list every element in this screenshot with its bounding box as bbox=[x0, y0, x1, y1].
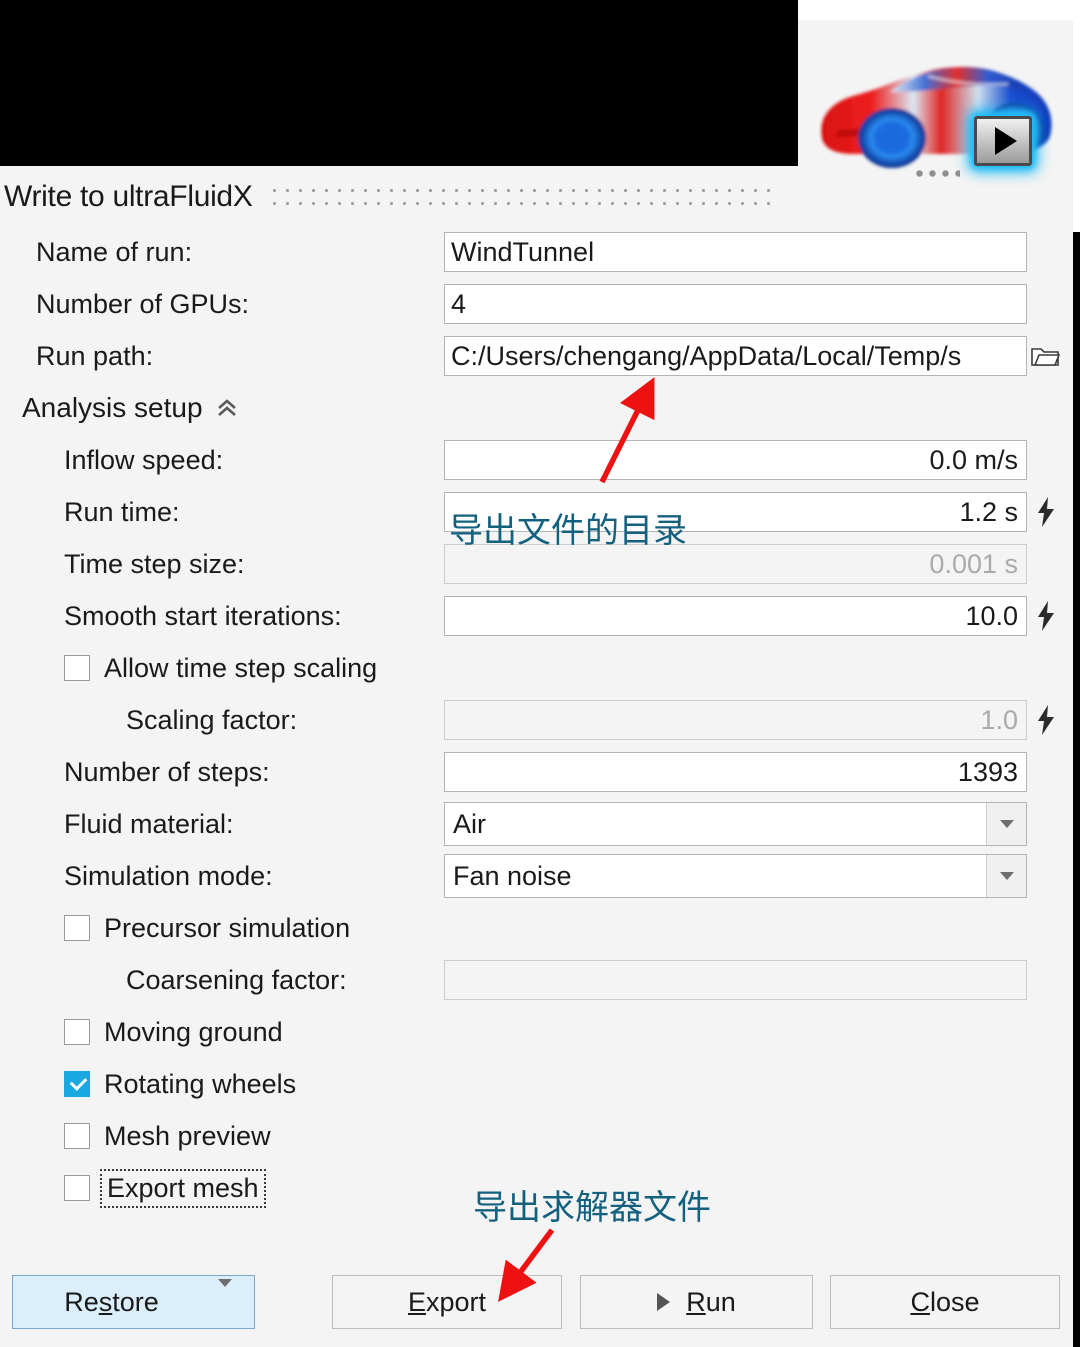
row-coarsening-factor: Coarsening factor: bbox=[0, 954, 1073, 1006]
chevron-down-glyph bbox=[218, 1278, 232, 1317]
name-of-run-input[interactable]: WindTunnel bbox=[444, 232, 1027, 272]
folder-icon[interactable] bbox=[1030, 343, 1060, 369]
play-triangle-glyph bbox=[994, 127, 1017, 155]
row-scaling-factor: Scaling factor: 1.0 bbox=[0, 694, 1073, 746]
row-smooth-start-iterations: Smooth start iterations: 10.0 bbox=[0, 590, 1073, 642]
precursor-simulation-label: Precursor simulation bbox=[104, 912, 351, 943]
export-mesh-checkbox-row[interactable]: Export mesh bbox=[0, 1168, 266, 1208]
chevron-down-icon[interactable] bbox=[986, 803, 1026, 845]
annotation-directory-note: 导出文件的目录 bbox=[449, 511, 687, 551]
coarsening-factor-label: Coarsening factor: bbox=[126, 964, 347, 995]
number-of-steps-label: Number of steps: bbox=[64, 756, 270, 787]
play-triangle-icon bbox=[657, 1293, 671, 1311]
rotating-wheels-checkbox[interactable] bbox=[64, 1071, 90, 1097]
row-analysis-setup-header: Analysis setup bbox=[0, 382, 1073, 434]
analysis-setup-header[interactable]: Analysis setup bbox=[0, 392, 239, 424]
restore-button[interactable]: Restore bbox=[12, 1275, 255, 1329]
run-time-label: Run time: bbox=[64, 496, 180, 527]
run-button[interactable]: Run bbox=[580, 1275, 813, 1329]
play-icon[interactable] bbox=[974, 116, 1032, 166]
close-button-label: Close bbox=[910, 1286, 980, 1317]
row-rotating-wheels: Rotating wheels bbox=[0, 1058, 1073, 1110]
simulation-mode-label: Simulation mode: bbox=[64, 860, 273, 891]
fluid-material-value: Air bbox=[453, 808, 486, 839]
row-number-of-gpus: Number of GPUs: 4 bbox=[0, 278, 1073, 330]
lightning-bolt-icon bbox=[1038, 705, 1054, 735]
precursor-simulation-checkbox-row[interactable]: Precursor simulation bbox=[0, 913, 350, 944]
run-path-label: Run path: bbox=[36, 340, 154, 371]
analysis-setup-label: Analysis setup bbox=[22, 392, 203, 423]
scaling-factor-input: 1.0 bbox=[444, 700, 1027, 740]
row-inflow-speed: Inflow speed: 0.0 m/s bbox=[0, 434, 1073, 486]
settings-form: Name of run: WindTunnel Number of GPUs: … bbox=[0, 226, 1073, 1214]
rotating-wheels-checkbox-row[interactable]: Rotating wheels bbox=[0, 1069, 296, 1100]
allow-time-step-scaling-label: Allow time step scaling bbox=[104, 652, 378, 683]
fluid-material-label: Fluid material: bbox=[64, 808, 234, 839]
smooth-start-iterations-input[interactable]: 10.0 bbox=[444, 596, 1027, 636]
row-moving-ground: Moving ground bbox=[0, 1006, 1073, 1058]
title-grip-dots bbox=[272, 189, 773, 205]
row-precursor-simulation: Precursor simulation bbox=[0, 902, 1073, 954]
row-number-of-steps: Number of steps: 1393 bbox=[0, 746, 1073, 798]
restore-button-label: Restore bbox=[64, 1286, 159, 1317]
close-button[interactable]: Close bbox=[830, 1275, 1060, 1329]
write-to-ultrafluidx-dialog: Write to ultraFluidX Name of run: WindTu… bbox=[0, 20, 1073, 1347]
lightning-bolt-icon bbox=[1038, 601, 1054, 631]
row-name-of-run: Name of run: WindTunnel bbox=[0, 226, 1073, 278]
rotating-wheels-label: Rotating wheels bbox=[104, 1068, 297, 1099]
screenshot-black-right-region bbox=[1073, 232, 1080, 1347]
coarsening-factor-input bbox=[444, 960, 1027, 1000]
precursor-simulation-checkbox[interactable] bbox=[64, 915, 90, 941]
moving-ground-label: Moving ground bbox=[104, 1016, 283, 1047]
row-run-path: Run path: C:/Users/chengang/AppData/Loca… bbox=[0, 330, 1073, 382]
screenshot-black-top-region bbox=[0, 0, 798, 166]
number-of-steps-input[interactable]: 1393 bbox=[444, 752, 1027, 792]
page-title: Write to ultraFluidX bbox=[4, 180, 253, 213]
scaling-factor-label: Scaling factor: bbox=[126, 704, 298, 735]
row-allow-time-step-scaling: Allow time step scaling bbox=[0, 642, 1073, 694]
moving-ground-checkbox-row[interactable]: Moving ground bbox=[0, 1017, 283, 1048]
chevron-down-glyph bbox=[999, 872, 1014, 880]
number-of-gpus-label: Number of GPUs: bbox=[36, 288, 250, 319]
chevron-double-up-icon[interactable] bbox=[215, 396, 239, 420]
chevron-down-icon[interactable] bbox=[986, 855, 1026, 897]
export-mesh-checkbox[interactable] bbox=[64, 1175, 90, 1201]
lightning-bolt-icon bbox=[1038, 497, 1054, 527]
mesh-preview-checkbox[interactable] bbox=[64, 1123, 90, 1149]
moving-ground-checkbox[interactable] bbox=[64, 1019, 90, 1045]
export-button[interactable]: Export bbox=[332, 1275, 562, 1329]
row-fluid-material: Fluid material: Air bbox=[0, 798, 1073, 850]
run-path-input[interactable]: C:/Users/chengang/AppData/Local/Temp/s bbox=[444, 336, 1027, 376]
export-button-label: Export bbox=[407, 1286, 487, 1317]
dialog-footer: Restore Export Run Close bbox=[0, 1267, 1073, 1337]
fluid-material-select[interactable]: Air bbox=[444, 802, 1027, 846]
time-step-size-label: Time step size: bbox=[64, 548, 245, 579]
chevron-down-glyph bbox=[999, 820, 1014, 828]
icon-dots-decoration bbox=[916, 170, 960, 178]
allow-time-step-scaling-checkbox-row[interactable]: Allow time step scaling bbox=[0, 653, 377, 684]
allow-time-step-scaling-checkbox[interactable] bbox=[64, 655, 90, 681]
number-of-gpus-input[interactable]: 4 bbox=[444, 284, 1027, 324]
annotation-export-note: 导出求解器文件 bbox=[473, 1188, 711, 1228]
inflow-speed-input[interactable]: 0.0 m/s bbox=[444, 440, 1027, 480]
run-button-label: Run bbox=[686, 1286, 736, 1317]
inflow-speed-label: Inflow speed: bbox=[64, 444, 224, 475]
mesh-preview-checkbox-row[interactable]: Mesh preview bbox=[0, 1121, 271, 1152]
row-simulation-mode: Simulation mode: Fan noise bbox=[0, 850, 1073, 902]
name-of-run-label: Name of run: bbox=[36, 236, 193, 267]
simulation-mode-value: Fan noise bbox=[453, 860, 572, 891]
chevron-down-icon[interactable] bbox=[218, 1278, 232, 1318]
cfd-car-icon-block bbox=[798, 20, 1073, 250]
smooth-start-iterations-label: Smooth start iterations: bbox=[64, 600, 342, 631]
export-mesh-label: Export mesh bbox=[100, 1168, 266, 1208]
simulation-mode-select[interactable]: Fan noise bbox=[444, 854, 1027, 898]
row-mesh-preview: Mesh preview bbox=[0, 1110, 1073, 1162]
mesh-preview-label: Mesh preview bbox=[104, 1120, 271, 1151]
